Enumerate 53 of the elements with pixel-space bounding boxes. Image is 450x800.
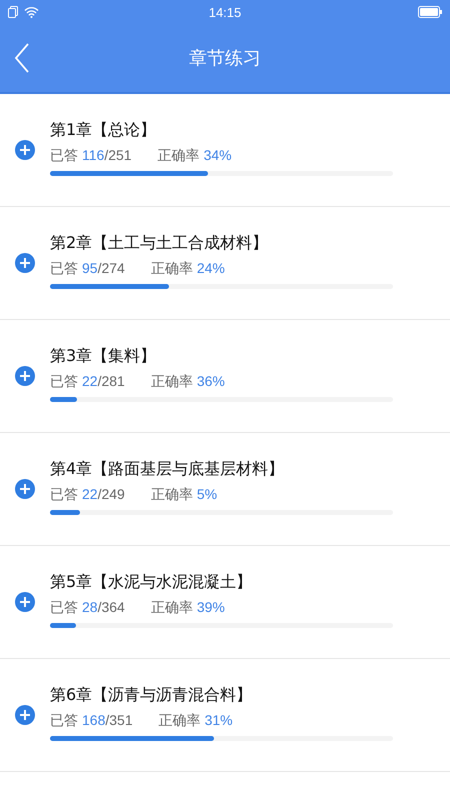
accuracy-value: 24% bbox=[196, 260, 225, 276]
sim-card-icon bbox=[8, 6, 18, 18]
accuracy-label: 正确率 bbox=[150, 373, 193, 391]
total-count: /249 bbox=[98, 486, 125, 502]
chapter-title: 第6章【沥青与沥青混合料】 bbox=[50, 685, 252, 706]
chapter-item[interactable]: 第5章【水泥与水泥混凝土】 已答 28/364 正确率 39% bbox=[0, 546, 450, 659]
wifi-icon bbox=[24, 6, 39, 18]
battery-icon bbox=[418, 6, 442, 18]
answered-count: 22 bbox=[82, 486, 98, 502]
total-count: /364 bbox=[98, 599, 125, 615]
expand-plus-icon bbox=[15, 705, 35, 725]
answered-count: 28 bbox=[82, 599, 98, 615]
chapter-item[interactable]: 第4章【路面基层与底基层材料】 已答 22/249 正确率 5% bbox=[0, 433, 450, 546]
accuracy-label: 正确率 bbox=[158, 712, 201, 730]
total-count: /274 bbox=[98, 260, 125, 276]
chapter-title: 第1章【总论】 bbox=[50, 120, 156, 141]
accuracy-label: 正确率 bbox=[150, 599, 193, 617]
answered-count: 22 bbox=[82, 373, 98, 389]
expand-plus-icon bbox=[15, 479, 35, 499]
expand-plus-icon bbox=[15, 140, 35, 160]
accuracy-value: 34% bbox=[204, 147, 232, 163]
chapter-item[interactable]: 第1章【总论】 已答 116/251 正确率 34% bbox=[0, 94, 450, 207]
chapter-item[interactable]: 第6章【沥青与沥青混合料】 已答 168/351 正确率 31% bbox=[0, 659, 450, 772]
expand-plus-icon bbox=[15, 366, 35, 386]
chapter-title: 第5章【水泥与水泥混凝土】 bbox=[50, 572, 252, 593]
page-title: 章节练习 bbox=[188, 47, 262, 70]
chapter-title: 第3章【集料】 bbox=[50, 346, 156, 367]
answered-label: 已答 bbox=[50, 599, 78, 617]
answered-label: 已答 bbox=[50, 260, 78, 278]
chapter-item[interactable]: 第2章【土工与土工合成材料】 已答 95/274 正确率 24% bbox=[0, 207, 450, 320]
accuracy-label: 正确率 bbox=[158, 147, 200, 165]
answered-label: 已答 bbox=[50, 373, 78, 391]
chapter-title: 第2章【土工与土工合成材料】 bbox=[50, 233, 268, 254]
status-time: 14:15 bbox=[208, 4, 242, 20]
accuracy-value: 31% bbox=[204, 712, 233, 728]
answered-count: 116 bbox=[82, 147, 104, 163]
total-count: /251 bbox=[104, 147, 132, 163]
answered-count: 168 bbox=[82, 712, 106, 728]
answered-label: 已答 bbox=[50, 712, 78, 730]
answered-label: 已答 bbox=[50, 486, 78, 504]
total-count: /351 bbox=[105, 712, 133, 728]
total-count: /281 bbox=[98, 373, 125, 389]
accuracy-value: 5% bbox=[196, 486, 218, 502]
accuracy-value: 36% bbox=[196, 373, 225, 389]
accuracy-label: 正确率 bbox=[150, 486, 193, 504]
chapter-title: 第4章【路面基层与底基层材料】 bbox=[50, 459, 284, 480]
answered-label: 已答 bbox=[50, 147, 78, 165]
accuracy-value: 39% bbox=[196, 599, 225, 615]
expand-plus-icon bbox=[15, 253, 35, 273]
answered-count: 95 bbox=[82, 260, 98, 276]
expand-plus-icon bbox=[15, 592, 35, 612]
accuracy-label: 正确率 bbox=[150, 260, 193, 278]
chapter-item[interactable]: 第3章【集料】 已答 22/281 正确率 36% bbox=[0, 320, 450, 433]
